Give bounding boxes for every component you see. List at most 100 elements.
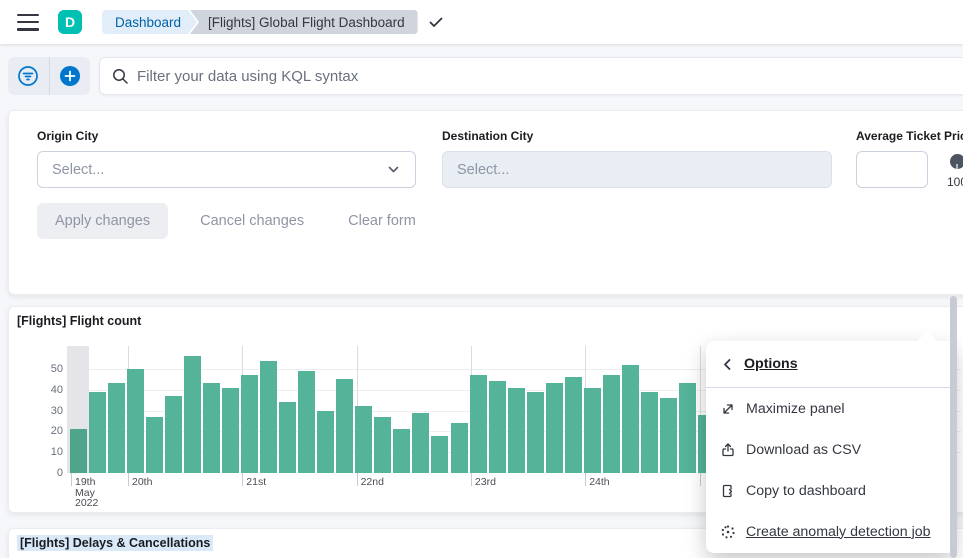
x-axis-tick-label: 24th: [589, 477, 609, 488]
vertical-scrollbar[interactable]: [950, 296, 957, 558]
bar: [527, 392, 544, 473]
y-axis-tick-label: 0: [13, 467, 63, 479]
bar: [470, 375, 487, 473]
menu-hamburger-icon[interactable]: [17, 14, 39, 31]
avg-ticket-price-input[interactable]: [856, 151, 928, 188]
breadcrumb-current-dashboard[interactable]: [Flights] Global Flight Dashboard: [190, 10, 418, 34]
copy-icon: [720, 483, 736, 499]
bar: [355, 406, 372, 473]
x-axis-tickmark: [128, 473, 129, 486]
bar: [451, 423, 468, 473]
bar: [508, 388, 525, 473]
x-axis-tick-label: 20th: [132, 477, 152, 488]
bar: [184, 356, 201, 473]
x-axis-tick-label: 19th May 2022: [75, 477, 98, 509]
bar: [641, 392, 658, 473]
bar: [108, 383, 125, 473]
x-axis-tickmark: [700, 473, 701, 486]
delays-panel-title[interactable]: [Flights] Delays & Cancellations: [17, 536, 213, 550]
origin-city-label: Origin City: [37, 129, 98, 143]
bar: [70, 429, 87, 473]
menu-item-create-anomaly-detection-job[interactable]: Create anomaly detection job: [706, 511, 955, 552]
avg-ticket-price-label: Average Ticket Price: [856, 129, 963, 143]
menu-item-label: Create anomaly detection job: [746, 524, 931, 540]
bar: [260, 361, 277, 474]
bar: [241, 375, 258, 473]
top-navigation: D Dashboard [Flights] Global Flight Dash…: [0, 0, 963, 44]
price-slider-value: 100: [947, 175, 963, 189]
slider-tick: [956, 164, 958, 169]
filter-button-group: [8, 57, 90, 95]
y-axis-tick-label: 20: [13, 425, 63, 437]
panel-options-menu: Options Maximize panel Download as CSV Cop…: [706, 341, 955, 553]
search-input[interactable]: [137, 68, 963, 85]
y-axis-tick-label: 40: [13, 384, 63, 396]
apply-changes-button[interactable]: Apply changes: [37, 203, 168, 239]
bar: [165, 396, 182, 473]
bar: [489, 381, 506, 473]
bar: [622, 365, 639, 473]
menu-item-label: Copy to dashboard: [746, 483, 866, 499]
destination-city-placeholder: Select...: [457, 162, 509, 178]
bar: [89, 392, 106, 473]
y-axis-tick-label: 50: [13, 363, 63, 375]
bar: [431, 436, 448, 474]
bar: [603, 375, 620, 473]
maximize-icon: [720, 401, 736, 417]
x-axis-tickmark: [357, 473, 358, 486]
y-axis-tick-label: 10: [13, 446, 63, 458]
x-axis-tickmark: [471, 473, 472, 486]
clear-form-button[interactable]: Clear form: [334, 203, 430, 239]
space-avatar[interactable]: D: [58, 10, 82, 34]
bar: [565, 377, 582, 473]
dashboard-controls-panel: Origin City Select... Destination City S…: [8, 110, 963, 295]
origin-city-select[interactable]: Select...: [37, 151, 416, 188]
bar: [127, 369, 144, 473]
menu-item-label: Download as CSV: [746, 442, 861, 458]
flight-count-panel-title[interactable]: [Flights] Flight count: [17, 314, 141, 328]
menu-item-copy-to-dashboard[interactable]: Copy to dashboard: [706, 470, 955, 511]
chevron-left-icon[interactable]: [720, 357, 735, 372]
menu-item-label: Maximize panel: [746, 401, 845, 417]
download-icon: [720, 442, 736, 458]
bar: [546, 383, 563, 473]
bar: [146, 417, 163, 473]
x-axis-tickmark: [71, 473, 72, 486]
y-axis-tick-label: 30: [13, 405, 63, 417]
ml-icon: [720, 524, 736, 540]
kql-search-field[interactable]: [99, 57, 963, 95]
origin-city-placeholder: Select...: [52, 162, 104, 178]
destination-city-label: Destination City: [442, 129, 533, 143]
breadcrumb-dashboard[interactable]: Dashboard: [102, 10, 197, 34]
bar: [279, 402, 296, 473]
x-axis-tick-label: 23rd: [475, 477, 496, 488]
x-axis-tick-label: 22nd: [361, 477, 384, 488]
cancel-changes-button[interactable]: Cancel changes: [186, 203, 318, 239]
bar: [393, 429, 410, 473]
breadcrumb: Dashboard [Flights] Global Flight Dashbo…: [102, 10, 418, 34]
destination-city-select[interactable]: Select...: [442, 151, 832, 188]
query-bar: [8, 57, 90, 95]
x-axis-tickmark: [242, 473, 243, 486]
search-icon: [112, 68, 129, 85]
check-icon[interactable]: [428, 14, 444, 30]
bar: [336, 379, 353, 473]
options-menu-header[interactable]: Options: [706, 341, 955, 388]
options-menu-title: Options: [744, 356, 798, 372]
bar: [679, 383, 696, 473]
bar: [317, 411, 334, 474]
bar: [222, 388, 239, 473]
x-axis-tickmark: [585, 473, 586, 486]
bar: [660, 398, 677, 473]
bar: [203, 383, 220, 473]
add-filter-icon[interactable]: [49, 57, 91, 95]
filter-icon[interactable]: [8, 57, 49, 95]
menu-item-maximize-panel[interactable]: Maximize panel: [706, 388, 955, 429]
bar: [298, 371, 315, 473]
x-axis-tick-label: 21st: [246, 477, 266, 488]
bar: [374, 417, 391, 473]
chevron-down-icon: [386, 162, 401, 177]
menu-item-download-as-csv[interactable]: Download as CSV: [706, 429, 955, 470]
bar: [412, 413, 429, 473]
bar: [584, 388, 601, 473]
